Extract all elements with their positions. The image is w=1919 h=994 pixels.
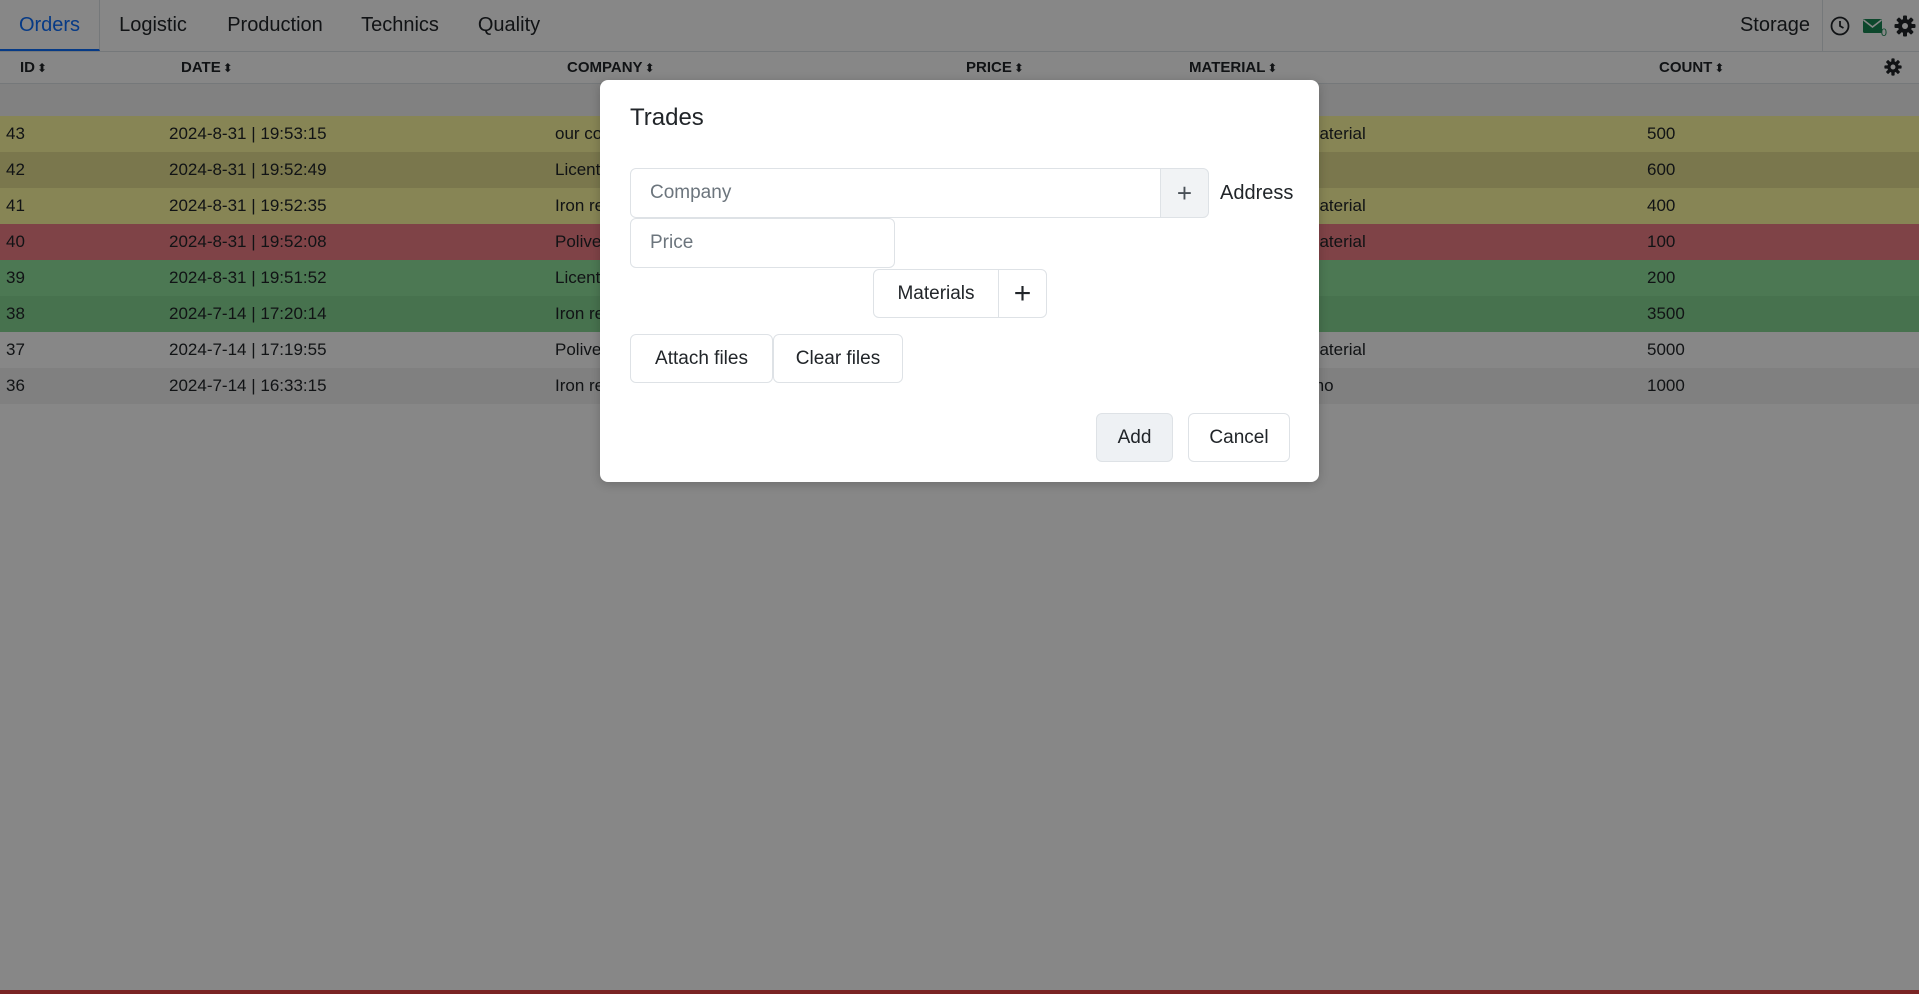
- plus-icon: +: [1013, 276, 1032, 310]
- plus-icon: +: [1176, 178, 1193, 208]
- modal-title: Trades: [630, 104, 704, 131]
- price-input[interactable]: Price: [630, 218, 895, 268]
- materials-button[interactable]: Materials: [873, 269, 999, 318]
- add-company-button[interactable]: +: [1160, 168, 1209, 218]
- address-label[interactable]: Address: [1220, 182, 1293, 205]
- bottom-accent-line: [0, 990, 1919, 994]
- attach-files-button[interactable]: Attach files: [630, 334, 773, 383]
- company-input[interactable]: Company: [630, 168, 1161, 218]
- cancel-button[interactable]: Cancel: [1188, 413, 1290, 462]
- trades-modal: Trades Company + Address Price Materials…: [600, 80, 1319, 482]
- add-material-button[interactable]: +: [998, 269, 1047, 318]
- add-button[interactable]: Add: [1096, 413, 1173, 462]
- clear-files-button[interactable]: Clear files: [773, 334, 903, 383]
